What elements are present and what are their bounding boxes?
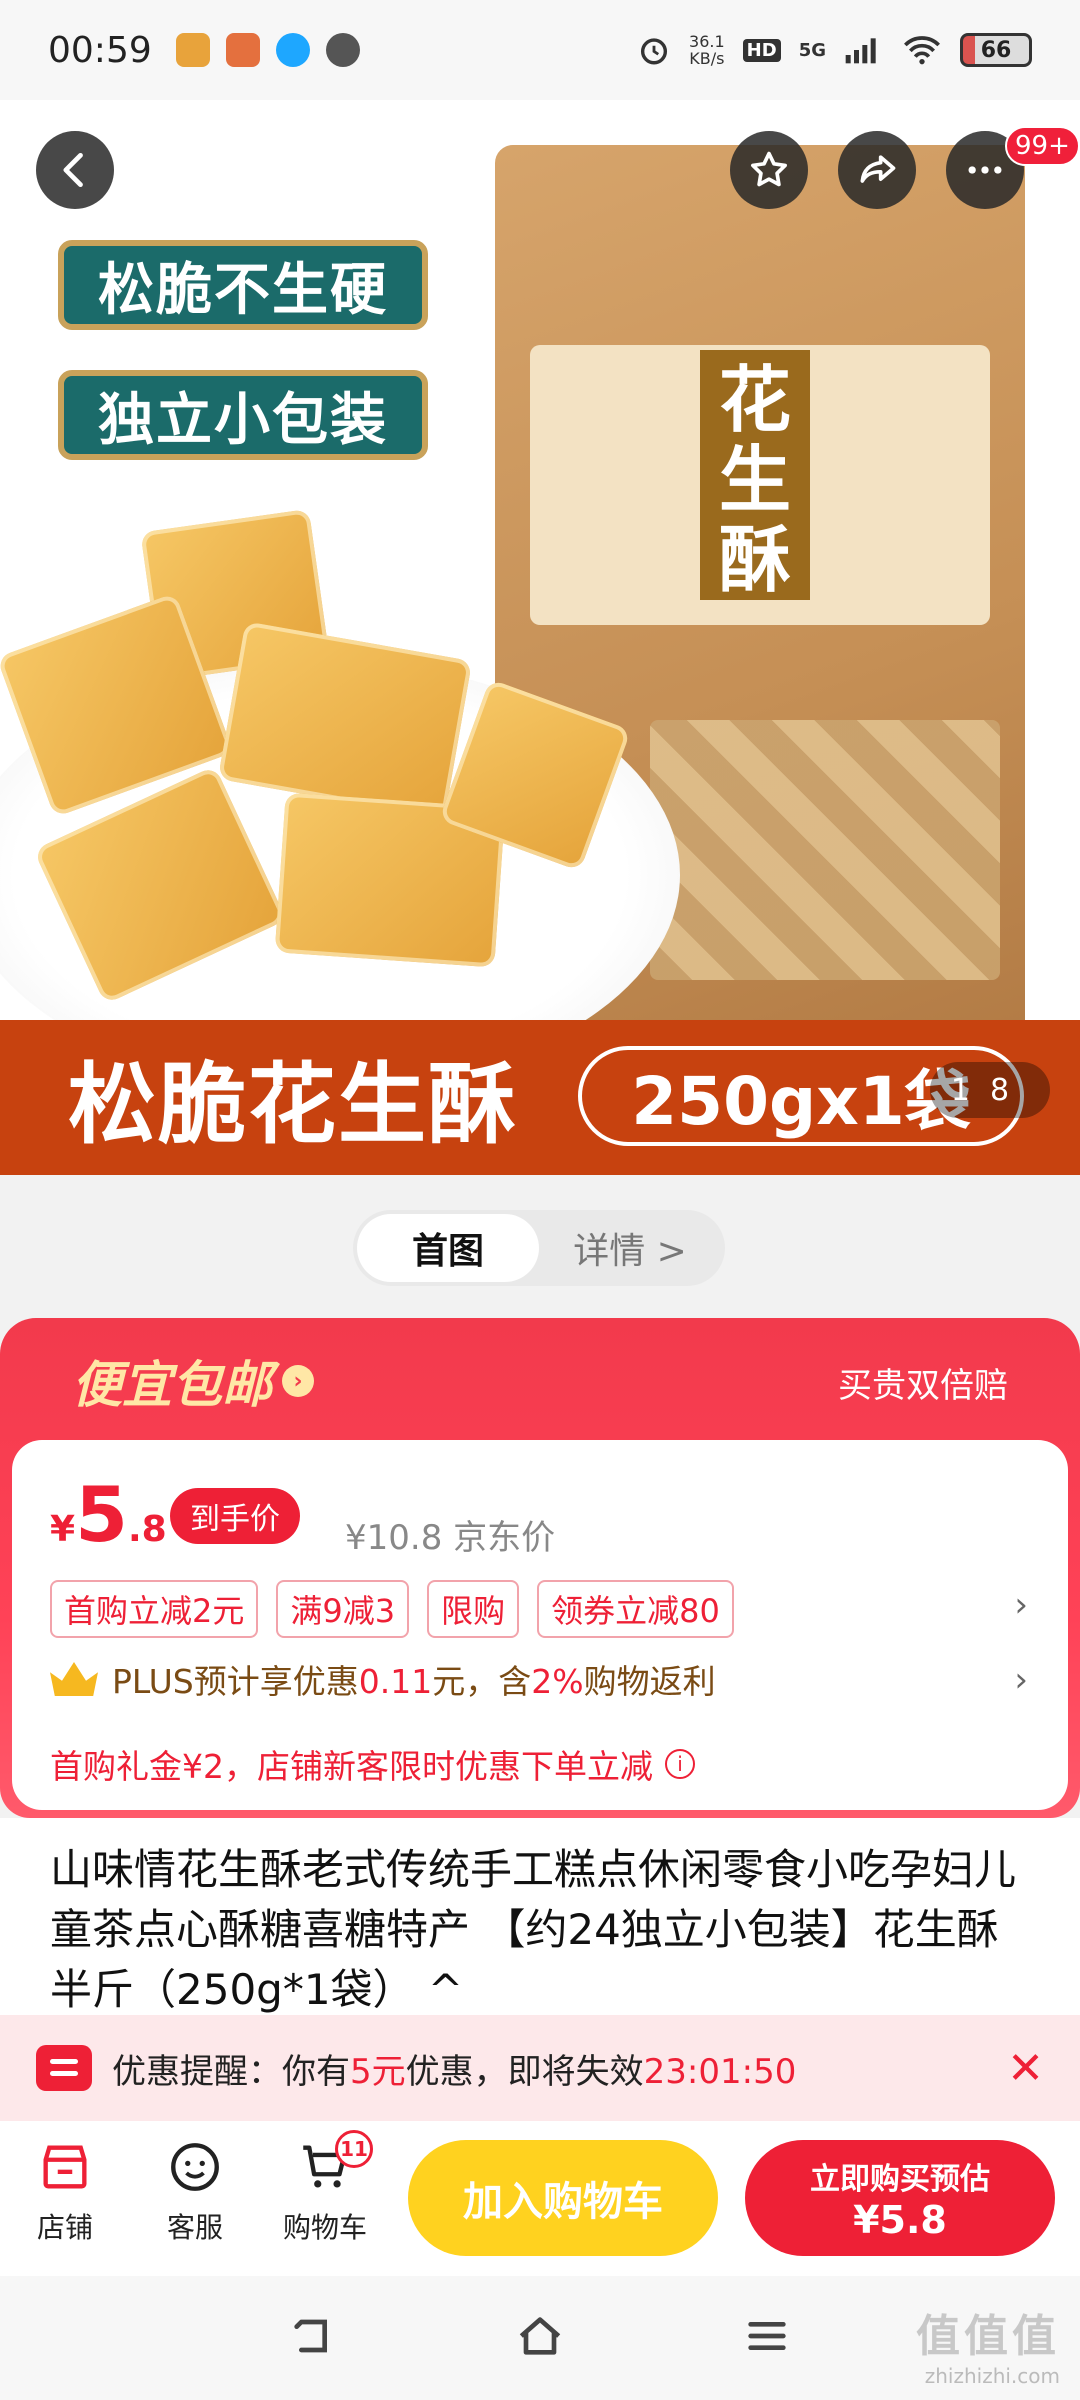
coupon-tag[interactable]: 限购 bbox=[427, 1580, 520, 1638]
banner-title: 松脆花生酥 bbox=[68, 1053, 519, 1156]
reminder-mid: 优惠，即将失效 bbox=[405, 2051, 644, 2092]
nav-home-icon bbox=[519, 2317, 561, 2355]
network-speed-unit: KB/s bbox=[689, 49, 725, 68]
info-icon[interactable]: i bbox=[665, 1749, 695, 1779]
final-price-tag: 到手价 bbox=[170, 1488, 300, 1544]
discount-reminder[interactable]: 优惠提醒：你有5元优惠，即将失效23:01:50 ✕ bbox=[0, 2015, 1080, 2121]
original-price: ¥10.8 京东价 bbox=[345, 1518, 556, 1558]
cart-label: 购物车 bbox=[282, 2211, 367, 2244]
signal-5g: 5G bbox=[798, 39, 826, 61]
message-icon bbox=[325, 33, 360, 67]
app-notification-icon bbox=[225, 33, 260, 67]
price-decimal: .8 bbox=[127, 1509, 167, 1550]
new-customer-gift[interactable]: 首购礼金¥2，店铺新客限时优惠下单立减 i bbox=[50, 1740, 695, 1788]
bag-title: 花生酥 bbox=[700, 350, 810, 600]
buy-now-label: 立即购买预估 bbox=[810, 2162, 990, 2197]
wifi-icon bbox=[904, 36, 940, 65]
gift-text: 首购礼金¥2，店铺新客限时优惠下单立减 bbox=[50, 1747, 653, 1786]
qq-icon bbox=[275, 33, 310, 67]
price-currency: ¥ bbox=[50, 1509, 76, 1550]
feature-tag: 松脆不生硬 bbox=[58, 240, 428, 330]
coupon-list[interactable]: 首购立减2元 满9减3 限购 领券立减80 bbox=[50, 1580, 734, 1638]
back-arrow-icon bbox=[63, 152, 83, 188]
store-icon bbox=[43, 2145, 87, 2189]
store-button[interactable]: 店铺 bbox=[10, 2138, 120, 2246]
cart-button[interactable]: 11 购物车 bbox=[270, 2130, 380, 2246]
cart-count-badge: 11 bbox=[335, 2130, 373, 2168]
reminder-prefix: 优惠提醒：你有 bbox=[112, 2051, 350, 2092]
price-integer: 5 bbox=[75, 1470, 128, 1559]
hero-banner: 松脆花生酥 250gx1袋 bbox=[0, 1020, 1080, 1175]
feature-tag: 独立小包装 bbox=[58, 370, 428, 460]
coupon-tag[interactable]: 首购立减2元 bbox=[50, 1580, 259, 1638]
plus-amount: 0.11 bbox=[358, 1662, 433, 1701]
status-time: 00:59 bbox=[48, 29, 152, 71]
buy-now-button[interactable]: 立即购买预估 ¥5.8 bbox=[745, 2140, 1055, 2256]
add-to-cart-button[interactable]: 加入购物车 bbox=[408, 2140, 718, 2256]
image-total: 8 bbox=[990, 1072, 1030, 1108]
back-button[interactable] bbox=[36, 131, 114, 209]
more-icon bbox=[968, 166, 1002, 174]
plus-text: PLUS预计享优惠0.11元，含2%购物返利 bbox=[112, 1655, 716, 1703]
bag-window bbox=[650, 720, 1000, 980]
reminder-text: 优惠提醒：你有5元优惠，即将失效23:01:50 bbox=[112, 2044, 796, 2093]
status-bar: 00:59 36.1 KB/s HD 5G 66 bbox=[0, 0, 1080, 100]
share-icon bbox=[860, 155, 896, 183]
service-label: 客服 bbox=[166, 2211, 223, 2244]
star-icon bbox=[751, 151, 787, 187]
watermark: 值值值 zhizhizhi.com bbox=[916, 2300, 1060, 2388]
buy-now-price: ¥5.8 bbox=[853, 2198, 947, 2242]
plus-suffix: 购物返利 bbox=[583, 1662, 716, 1701]
price-guarantee[interactable]: 买贵双倍赔 bbox=[838, 1358, 1008, 1407]
final-price: ¥ 5 .8 bbox=[50, 1470, 181, 1559]
battery-indicator: 66 bbox=[960, 33, 1032, 67]
service-icon bbox=[171, 2143, 219, 2191]
promo-headline[interactable]: 便宜包邮 › bbox=[72, 1345, 314, 1417]
nav-home-button[interactable] bbox=[512, 2308, 568, 2368]
coupon-chevron-icon[interactable]: › bbox=[1014, 1585, 1028, 1625]
notification-icons bbox=[175, 33, 360, 67]
plus-chevron-icon[interactable]: › bbox=[1014, 1660, 1028, 1700]
favorite-button[interactable] bbox=[730, 131, 808, 209]
reminder-countdown: 23:01:50 bbox=[643, 2051, 797, 2092]
tab-details[interactable]: 详情 > bbox=[539, 1214, 721, 1282]
coupon-tag[interactable]: 满9减3 bbox=[276, 1580, 410, 1638]
hd-icon: HD bbox=[742, 38, 781, 62]
watermark-logo: 值值值 bbox=[916, 2311, 1060, 2362]
product-image-carousel[interactable]: 花生酥 松脆不生硬 独立小包装 松脆花生酥 250gx1袋 bbox=[0, 100, 1080, 1175]
reminder-amount: 5元 bbox=[350, 2051, 406, 2092]
watermark-url: zhizhizhi.com bbox=[924, 2364, 1060, 2388]
nav-back-icon bbox=[294, 2319, 328, 2353]
nav-menu-icon bbox=[747, 2322, 786, 2350]
share-button[interactable] bbox=[838, 131, 916, 209]
message-count-badge: 99+ bbox=[1005, 126, 1080, 166]
alarm-icon bbox=[641, 38, 668, 65]
plus-benefit-row[interactable]: PLUS预计享优惠0.11元，含2%购物返利 bbox=[50, 1655, 716, 1703]
crown-icon bbox=[50, 1662, 98, 1696]
network-speed: 36.1 KB/s bbox=[689, 33, 725, 67]
product-title[interactable]: 山味情花生酥老式传统手工糕点休闲零食小吃孕妇儿童茶点心酥糖喜糖特产 【约24独立… bbox=[50, 1840, 1040, 2020]
plus-mid: 元，含 bbox=[432, 1662, 532, 1701]
close-icon[interactable]: ✕ bbox=[1007, 2043, 1044, 2094]
image-index: 1 bbox=[950, 1072, 990, 1108]
image-counter: 18 bbox=[930, 1062, 1050, 1118]
nav-menu-button[interactable] bbox=[739, 2308, 795, 2368]
signal-bars-icon bbox=[845, 38, 876, 64]
chevron-right-icon: › bbox=[282, 1365, 314, 1397]
plus-prefix: PLUS预计享优惠 bbox=[112, 1662, 359, 1701]
image-detail-tabs: 首图 详情 > bbox=[353, 1210, 725, 1286]
tab-main-image[interactable]: 首图 bbox=[357, 1214, 539, 1282]
promo-headline-text: 便宜包邮 bbox=[72, 1356, 272, 1414]
coupon-tag[interactable]: 领券立减80 bbox=[537, 1580, 734, 1638]
customer-service-button[interactable]: 客服 bbox=[140, 2138, 250, 2246]
app-notification-icon bbox=[175, 33, 210, 67]
nav-back-button[interactable] bbox=[285, 2308, 341, 2368]
network-speed-value: 36.1 bbox=[689, 32, 725, 51]
store-label: 店铺 bbox=[36, 2211, 93, 2244]
plus-rebate: 2% bbox=[531, 1662, 584, 1701]
coupon-icon bbox=[36, 2045, 92, 2091]
